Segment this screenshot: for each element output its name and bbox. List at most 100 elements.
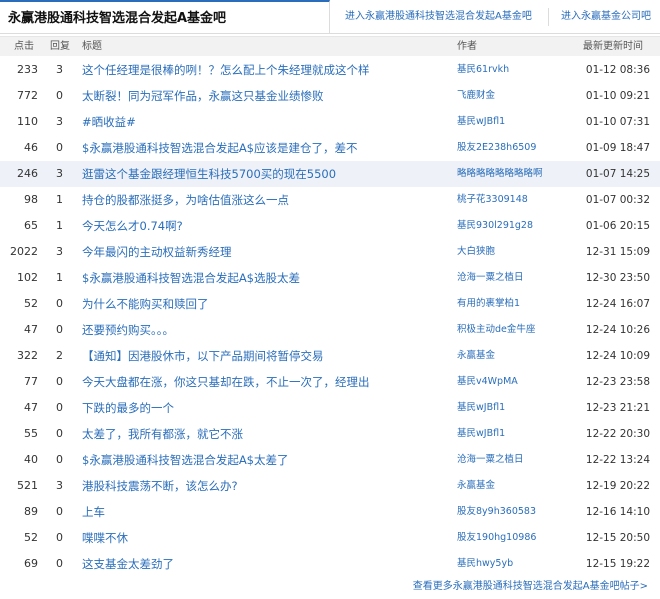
post-title-link[interactable]: 太差了，我所有都涨，就它不涨 <box>82 421 243 447</box>
post-reply-count: 2 <box>56 349 63 362</box>
post-title-link[interactable]: #晒收益# <box>82 109 136 135</box>
post-author-link[interactable]: 积极主动de金牛座 <box>457 317 535 343</box>
post-title-link[interactable]: 今天怎么才0.74啊? <box>82 213 183 239</box>
post-title-link[interactable]: 这支基金太差劲了 <box>82 551 174 577</box>
post-updated-time: 01-07 00:32 <box>585 194 650 206</box>
post-click-count: 55 <box>24 427 38 440</box>
post-author-link[interactable]: 基民hwy5yb <box>457 551 513 577</box>
post-title-link[interactable]: $永赢港股通科技智选混合发起A$太差了 <box>82 447 289 473</box>
post-row[interactable]: 89 0 上车 股友8y9h360583 12-16 14:10 <box>0 499 660 525</box>
post-list-header: 点击 回复 标题 作者 最新更新时间 <box>0 36 660 56</box>
post-updated-time: 12-24 16:07 <box>585 298 650 310</box>
post-row[interactable]: 233 3 这个任经理是很棒的咧！？怎么配上个朱经理就成这个样 基民61rvkh 01-… <box>0 57 660 83</box>
post-title-link[interactable]: 港股科技震荡不断，该怎么办? <box>82 473 238 499</box>
post-author-link[interactable]: 沧海一粟之植日 <box>457 265 524 291</box>
post-row[interactable]: 246 3 逛雷这个基金跟经理恒生科技5700买的现在5500 略略略略略略略略啊 01… <box>0 161 660 187</box>
post-updated-time: 12-23 23:58 <box>585 376 650 388</box>
post-title-link[interactable]: $永赢港股通科技智选混合发起A$应该是建仓了，差不 <box>82 135 358 161</box>
post-reply-count: 3 <box>56 479 63 492</box>
post-click-count: 69 <box>24 557 38 570</box>
post-click-count: 233 <box>17 63 38 76</box>
post-title-link[interactable]: 这个任经理是很棒的咧！？怎么配上个朱经理就成这个样 <box>82 57 370 83</box>
post-click-count: 98 <box>24 193 38 206</box>
post-click-count: 47 <box>24 323 38 336</box>
post-title-link[interactable]: 太断裂！同为冠军作品，永赢这只基金业绩惨败 <box>82 83 324 109</box>
post-row[interactable]: 52 0 喋喋不休 股友190hg10986 12-15 20:50 <box>0 525 660 551</box>
post-reply-count: 0 <box>56 557 63 570</box>
post-author-link[interactable]: 大白狭胞 <box>457 239 495 265</box>
column-header-updated: 最新更新时间 <box>583 41 643 52</box>
post-row[interactable]: 47 0 还要预约购买。。。 积极主动de金牛座 12-24 10:26 <box>0 317 660 343</box>
post-title-link[interactable]: $永赢港股通科技智选混合发起A$选股太差 <box>82 265 300 291</box>
post-row[interactable]: 55 0 太差了，我所有都涨，就它不涨 基民wJBfl1 12-22 20:30 <box>0 421 660 447</box>
post-updated-time: 12-16 14:10 <box>585 506 650 518</box>
post-author-link[interactable]: 永赢基金 <box>457 473 495 499</box>
post-author-link[interactable]: 股友8y9h360583 <box>457 499 536 525</box>
post-row[interactable]: 322 2 【通知】因港股休市，以下产品期间将暂停交易 永赢基金 12-24 10:09 <box>0 343 660 369</box>
post-click-count: 772 <box>17 89 38 102</box>
post-title-link[interactable]: 今天大盘都在涨，你这只基却在跌，不止一次了，经理出 <box>82 369 370 395</box>
post-reply-count: 1 <box>56 193 63 206</box>
post-title-link[interactable]: 今年最闪的主动权益新秀经理 <box>82 239 232 265</box>
post-author-link[interactable]: 略略略略略略略略啊 <box>457 161 543 187</box>
post-click-count: 65 <box>24 219 38 232</box>
post-row[interactable]: 77 0 今天大盘都在涨，你这只基却在跌，不止一次了，经理出 基民v4WpMA 12-2… <box>0 369 660 395</box>
enter-company-forum-link[interactable]: 进入永赢基金公司吧 <box>561 0 651 34</box>
post-author-link[interactable]: 基民930l291g28 <box>457 213 533 239</box>
post-author-link[interactable]: 桃子花3309148 <box>457 187 528 213</box>
post-row[interactable]: 40 0 $永赢港股通科技智选混合发起A$太差了 沧海一粟之植日 12-22 13:24 <box>0 447 660 473</box>
post-reply-count: 3 <box>56 115 63 128</box>
post-author-link[interactable]: 股友190hg10986 <box>457 525 536 551</box>
post-title-link[interactable]: 为什么不能购买和赎回了 <box>82 291 209 317</box>
post-title-link[interactable]: 上车 <box>82 499 105 525</box>
post-author-link[interactable]: 有用的裹掌柏1 <box>457 291 520 317</box>
post-row[interactable]: 102 1 $永赢港股通科技智选混合发起A$选股太差 沧海一粟之植日 12-30 23:… <box>0 265 660 291</box>
view-more-posts-link[interactable]: 查看更多永赢港股通科技智选混合发起A基金吧帖子> <box>413 577 648 592</box>
post-updated-time: 12-15 20:50 <box>585 532 650 544</box>
post-title-link[interactable]: 下跌的最多的一个 <box>82 395 174 421</box>
post-reply-count: 0 <box>56 323 63 336</box>
post-click-count: 46 <box>24 141 38 154</box>
topbar-divider <box>548 8 549 26</box>
post-author-link[interactable]: 飞鹿财金 <box>457 83 495 109</box>
post-title-link[interactable]: 逛雷这个基金跟经理恒生科技5700买的现在5500 <box>82 161 336 187</box>
post-reply-count: 0 <box>56 89 63 102</box>
post-click-count: 52 <box>24 531 38 544</box>
post-updated-time: 01-10 09:21 <box>585 90 650 102</box>
enter-forum-link[interactable]: 进入永赢港股通科技智选混合发起A基金吧 <box>345 0 532 34</box>
post-reply-count: 3 <box>56 63 63 76</box>
forum-topbar: 永赢港股通科技智选混合发起A基金吧 进入永赢港股通科技智选混合发起A基金吧 进入… <box>0 0 660 34</box>
post-title-link[interactable]: 喋喋不休 <box>82 525 128 551</box>
post-click-count: 322 <box>17 349 38 362</box>
post-row[interactable]: 47 0 下跌的最多的一个 基民wJBfl1 12-23 21:21 <box>0 395 660 421</box>
post-author-link[interactable]: 基民wJBfl1 <box>457 421 505 447</box>
post-title-link[interactable]: 【通知】因港股休市，以下产品期间将暂停交易 <box>82 343 324 369</box>
post-row[interactable]: 2022 3 今年最闪的主动权益新秀经理 大白狭胞 12-31 15:09 <box>0 239 660 265</box>
column-header-author: 作者 <box>457 41 477 52</box>
post-author-link[interactable]: 基民wJBfl1 <box>457 395 505 421</box>
post-reply-count: 3 <box>56 245 63 258</box>
post-row[interactable]: 69 0 这支基金太差劲了 基民hwy5yb 12-15 19:22 <box>0 551 660 577</box>
post-author-link[interactable]: 基民v4WpMA <box>457 369 518 395</box>
post-row[interactable]: 98 1 持仓的股都涨挺多，为啥估值涨这么一点 桃子花3309148 01-07 00:… <box>0 187 660 213</box>
post-click-count: 110 <box>17 115 38 128</box>
post-author-link[interactable]: 基民61rvkh <box>457 57 509 83</box>
post-updated-time: 12-24 10:26 <box>585 324 650 336</box>
post-author-link[interactable]: 永赢基金 <box>457 343 495 369</box>
post-author-link[interactable]: 股友2E238h6509 <box>457 135 536 161</box>
post-list: 233 3 这个任经理是很棒的咧！？怎么配上个朱经理就成这个样 基民61rvkh 01-… <box>0 57 660 577</box>
post-row[interactable]: 110 3 #晒收益# 基民wJBfl1 01-10 07:31 <box>0 109 660 135</box>
post-row[interactable]: 521 3 港股科技震荡不断，该怎么办? 永赢基金 12-19 20:22 <box>0 473 660 499</box>
post-reply-count: 0 <box>56 141 63 154</box>
post-row[interactable]: 46 0 $永赢港股通科技智选混合发起A$应该是建仓了，差不 股友2E238h6509… <box>0 135 660 161</box>
post-row[interactable]: 52 0 为什么不能购买和赎回了 有用的裹掌柏1 12-24 16:07 <box>0 291 660 317</box>
post-title-link[interactable]: 还要预约购买。。。 <box>82 317 174 343</box>
post-title-link[interactable]: 持仓的股都涨挺多，为啥估值涨这么一点 <box>82 187 289 213</box>
forum-title: 永赢港股通科技智选混合发起A基金吧 <box>0 0 330 34</box>
post-row[interactable]: 772 0 太断裂！同为冠军作品，永赢这只基金业绩惨败 飞鹿财金 01-10 09:21 <box>0 83 660 109</box>
post-updated-time: 12-30 23:50 <box>585 272 650 284</box>
post-author-link[interactable]: 基民wJBfl1 <box>457 109 505 135</box>
post-row[interactable]: 65 1 今天怎么才0.74啊? 基民930l291g28 01-06 20:15 <box>0 213 660 239</box>
post-reply-count: 3 <box>56 167 63 180</box>
post-author-link[interactable]: 沧海一粟之植日 <box>457 447 524 473</box>
